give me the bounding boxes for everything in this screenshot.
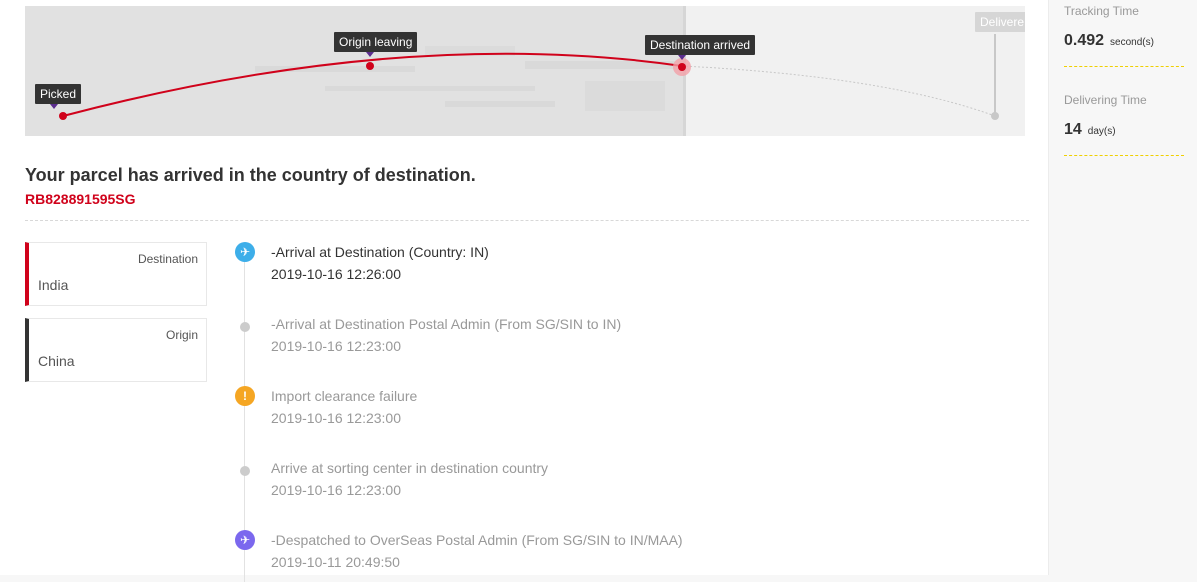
origin-country-card: Origin China <box>25 318 207 382</box>
event-title: -Arrival at Destination (Country: IN) <box>271 244 489 260</box>
delivering-time-value: 14 <box>1064 121 1082 138</box>
tracking-time-value: 0.492 <box>1064 32 1105 49</box>
event-title: Import clearance failure <box>271 388 418 404</box>
tracking-time-unit: second(s) <box>1110 37 1154 48</box>
destination-country-card: Destination India <box>25 242 207 306</box>
dot-icon <box>240 466 250 476</box>
airplane-landing-icon: ✈ <box>235 242 255 262</box>
stop-picked-pin-icon <box>50 104 58 109</box>
tracking-card: Picked Origin leaving Destination arrive… <box>0 0 1049 582</box>
event-title: Arrive at sorting center in destination … <box>271 460 549 476</box>
delivering-time-stat: Delivering Time 14 day(s) <box>1064 93 1184 156</box>
stop-origin-pin-icon <box>366 52 374 57</box>
dot-icon <box>240 322 250 332</box>
event-time: 2019-10-11 20:49:50 <box>271 554 400 570</box>
tracking-time-stat: Tracking Time 0.492 second(s) <box>1064 4 1184 67</box>
event-time: 2019-10-16 12:23:00 <box>271 410 401 426</box>
event-time: 2019-10-16 12:23:00 <box>271 482 401 498</box>
stop-destination-marker <box>678 63 686 71</box>
stop-picked-label: Picked <box>35 84 82 104</box>
stat-divider <box>1064 66 1184 67</box>
event-time: 2019-10-16 12:26:00 <box>271 266 401 282</box>
section-divider <box>25 220 1029 221</box>
stop-destination-label: Destination arrived <box>645 35 756 55</box>
country-role-label: Destination <box>137 252 198 266</box>
country-role-label: Origin <box>165 328 198 342</box>
country-name: China <box>38 353 75 369</box>
stop-origin-marker <box>366 62 374 70</box>
country-name: India <box>38 277 69 293</box>
stop-picked-marker <box>59 112 67 120</box>
route-path-future <box>681 65 996 117</box>
tracking-number[interactable]: RB828891595SG <box>25 191 136 207</box>
tracking-time-label: Tracking Time <box>1064 4 1139 18</box>
delivering-time-value-row: 14 day(s) <box>1064 121 1184 139</box>
event-time: 2019-10-16 12:23:00 <box>271 338 401 354</box>
airplane-takeoff-icon: ✈ <box>235 530 255 550</box>
event-title: -Despatched to OverSeas Postal Admin (Fr… <box>271 532 683 548</box>
alert-icon: ! <box>235 386 255 406</box>
tracking-time-value-row: 0.492 second(s) <box>1064 32 1184 50</box>
world-map-dots <box>255 46 675 111</box>
stat-divider <box>1064 155 1184 156</box>
stop-deliver-label: Delivere <box>975 12 1025 32</box>
route-svg <box>59 34 999 120</box>
delivering-time-unit: day(s) <box>1087 126 1116 137</box>
stop-origin-label: Origin leaving <box>334 32 418 52</box>
stop-deliver-marker <box>991 112 999 120</box>
route-map: Picked Origin leaving Destination arrive… <box>25 6 1025 136</box>
stop-destination-pin-icon <box>678 55 686 60</box>
parcel-status-heading: Your parcel has arrived in the country o… <box>25 165 476 185</box>
delivering-time-label: Delivering Time <box>1064 93 1147 107</box>
event-title: -Arrival at Destination Postal Admin (Fr… <box>271 316 622 332</box>
